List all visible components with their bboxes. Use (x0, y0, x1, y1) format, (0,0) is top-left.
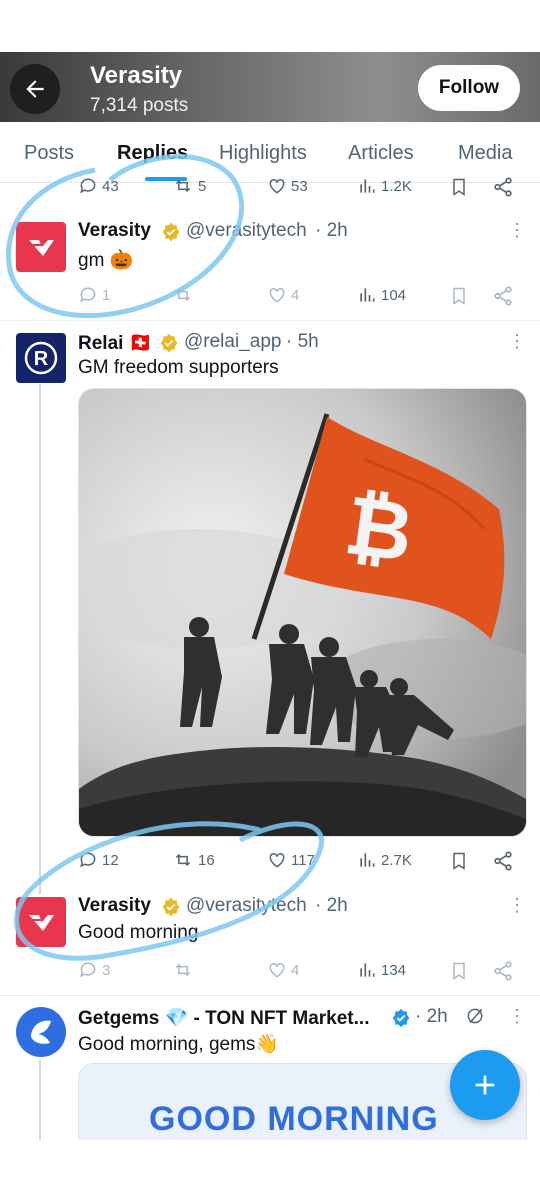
highlight-annotation (6, 154, 324, 961)
follow-button[interactable]: Follow (418, 65, 520, 111)
status-area (0, 0, 540, 52)
profile-title: Verasity (90, 62, 183, 89)
arrow-left-icon (26, 80, 44, 98)
compose-button[interactable] (450, 1050, 520, 1120)
page-bottom (0, 1140, 540, 1200)
posts-count: 7,314 posts (90, 95, 189, 116)
profile-header: Verasity 7,314 posts Follow (0, 52, 540, 122)
back-button[interactable] (10, 64, 60, 114)
plus-icon (475, 1075, 495, 1095)
